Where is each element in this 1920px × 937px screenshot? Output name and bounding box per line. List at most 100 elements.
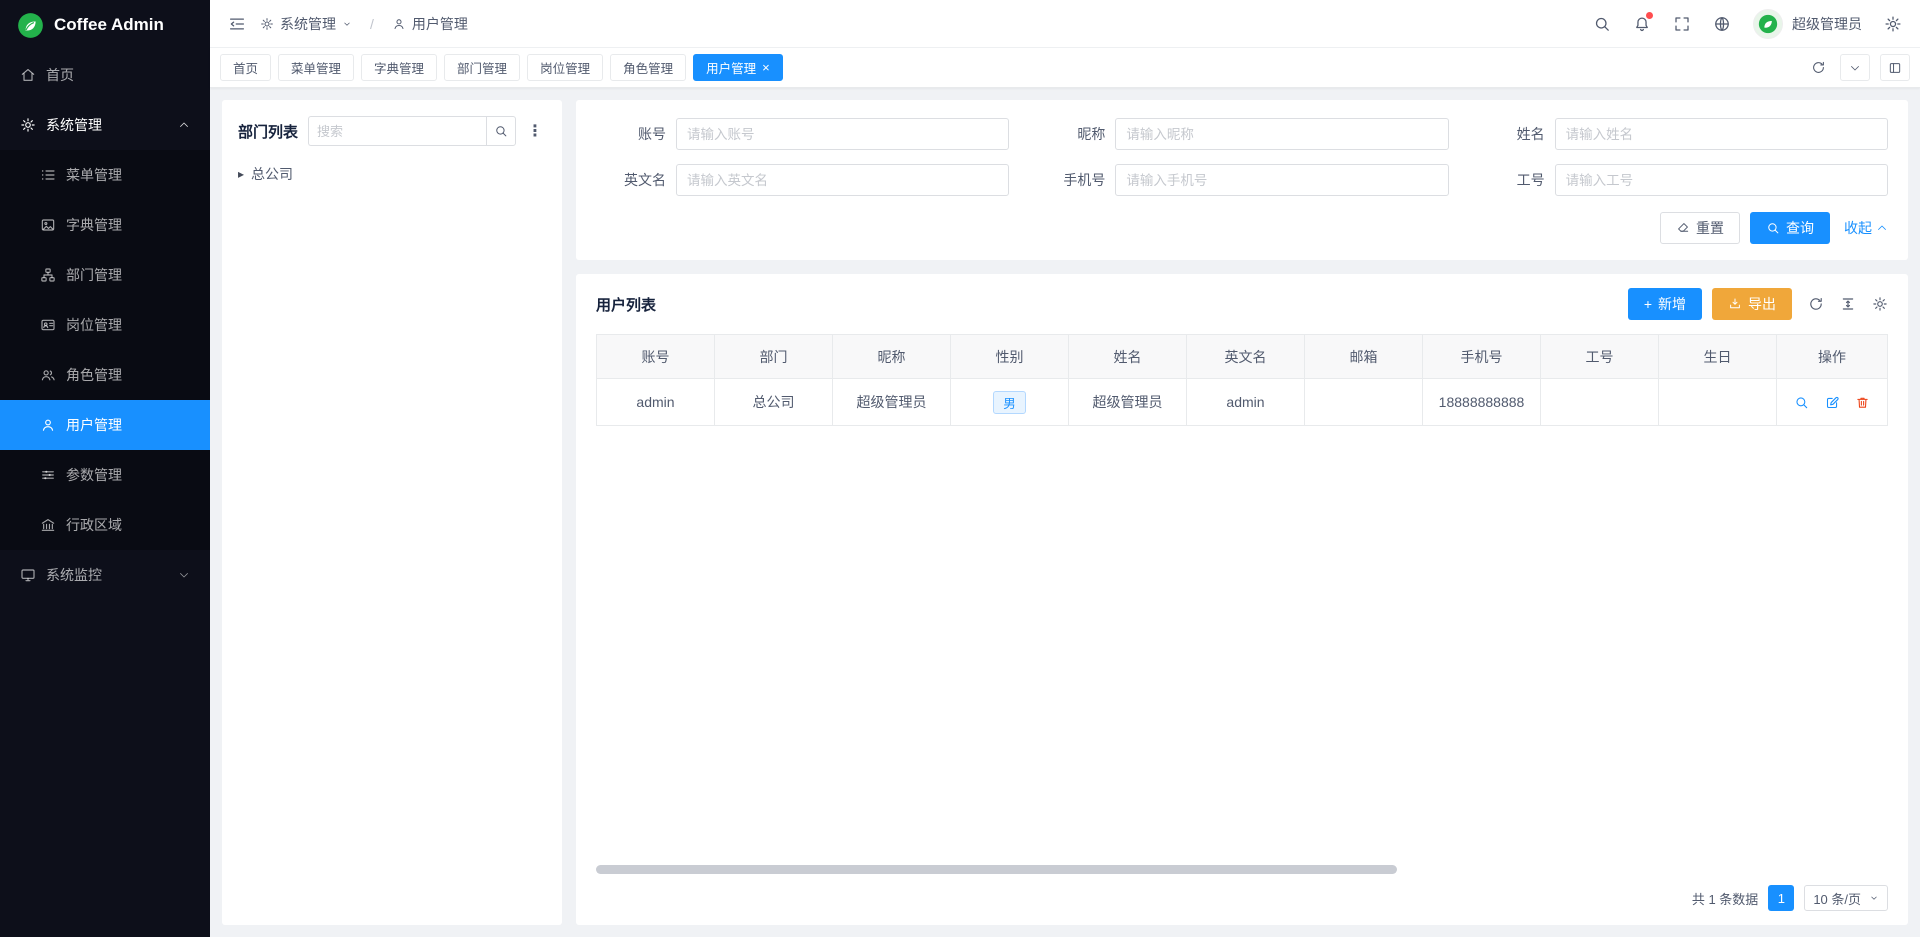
chevron-up-icon [1876,222,1888,234]
notifications-button[interactable] [1633,15,1651,33]
horizontal-scrollbar-thumb[interactable] [596,865,1397,874]
topbar: 系统管理 / 用户管理 [210,0,1920,48]
sidebar-item-department-management[interactable]: 部门管理 [0,250,210,300]
page-number-button[interactable]: 1 [1768,885,1794,911]
tab-post-management[interactable]: 岗位管理 [527,54,603,81]
refresh-tabs-button[interactable] [1806,54,1830,81]
search-form-card: 账号 昵称 姓名 英文名 [576,100,1908,260]
page-size-label: 10 条/页 [1813,889,1861,908]
sidebar-item-role-management[interactable]: 角色管理 [0,350,210,400]
collapse-form-link[interactable]: 收起 [1844,218,1888,238]
col-header-name: 姓名 [1069,335,1187,379]
breadcrumb-item-user-management[interactable]: 用户管理 [392,14,468,34]
field-label: 手机号 [1035,170,1105,190]
add-user-button[interactable]: + 新增 [1628,288,1702,320]
tabs-actions-dropdown[interactable] [1840,54,1870,81]
page-content: 部门列表 ⋮ ▸ 总公司 [210,88,1920,937]
chevron-up-icon [178,119,190,131]
tab-department-management[interactable]: 部门管理 [444,54,520,81]
add-button-label: 新增 [1658,294,1686,314]
col-header-actions: 操作 [1777,335,1888,379]
name-input[interactable] [1555,118,1888,150]
column-settings-button[interactable] [1872,296,1888,312]
department-search-button[interactable] [486,116,516,146]
nickname-input[interactable] [1115,118,1448,150]
sidebar-menu: 首页 系统管理 菜单管理 字典管理 部门管理 [0,50,210,937]
list-icon [40,167,56,183]
tab-user-management[interactable]: 用户管理 × [693,54,783,81]
close-icon[interactable]: × [762,61,770,74]
tab-label: 部门管理 [457,58,507,77]
sidebar-item-label: 岗位管理 [66,315,122,335]
tree-caret-icon[interactable]: ▸ [238,167,244,181]
home-icon [20,67,36,83]
table-row[interactable]: admin 总公司 超级管理员 男 超级管理员 admin 1888888888… [597,379,1888,426]
avatar-image [1758,14,1778,34]
tab-label: 岗位管理 [540,58,590,77]
table-header-row: 账号 部门 昵称 性别 姓名 英文名 邮箱 手机号 工号 生日 操作 [597,335,1888,379]
tab-home[interactable]: 首页 [220,54,271,81]
sidebar-item-user-management[interactable]: 用户管理 [0,400,210,450]
query-button[interactable]: 查询 [1750,212,1830,244]
department-more-button[interactable]: ⋮ [524,121,546,141]
tree-node-head-office[interactable]: ▸ 总公司 [238,160,546,188]
reset-button[interactable]: 重置 [1660,212,1740,244]
department-search-input[interactable] [308,116,486,146]
global-search-button[interactable] [1593,15,1611,33]
trash-icon [1855,395,1870,410]
sidebar-item-label: 角色管理 [66,365,122,385]
sidebar-item-dictionary-management[interactable]: 字典管理 [0,200,210,250]
work-id-input[interactable] [1555,164,1888,196]
bank-icon [40,517,56,533]
plus-icon: + [1644,296,1652,312]
field-name: 姓名 [1475,118,1888,150]
cell-english-name: admin [1187,379,1305,426]
delete-row-button[interactable] [1855,395,1870,410]
sidebar-item-parameter-management[interactable]: 参数管理 [0,450,210,500]
export-button[interactable]: 导出 [1712,288,1792,320]
tab-role-management[interactable]: 角色管理 [610,54,686,81]
app-root: Coffee Admin 首页 系统管理 菜单管理 字典管理 [0,0,1920,937]
sidebar-item-admin-region[interactable]: 行政区域 [0,500,210,550]
phone-input[interactable] [1115,164,1448,196]
col-header-department: 部门 [715,335,833,379]
content-fullscreen-button[interactable] [1880,54,1910,81]
sidebar-item-system-management[interactable]: 系统管理 [0,100,210,150]
avatar [1753,9,1783,39]
sidebar-item-menu-management[interactable]: 菜单管理 [0,150,210,200]
sidebar-item-label: 字典管理 [66,215,122,235]
language-switch-button[interactable] [1713,15,1731,33]
cell-nickname: 超级管理员 [833,379,951,426]
tab-menu-management[interactable]: 菜单管理 [278,54,354,81]
row-density-button[interactable] [1840,296,1856,312]
breadcrumb-item-system[interactable]: 系统管理 [260,14,352,34]
app-logo[interactable]: Coffee Admin [0,0,210,50]
tab-dictionary-management[interactable]: 字典管理 [361,54,437,81]
settings-button[interactable] [1884,15,1902,33]
layout-icon [1888,61,1902,75]
view-row-button[interactable] [1794,395,1809,410]
account-input[interactable] [676,118,1009,150]
user-menu[interactable]: 超级管理员 [1753,9,1862,39]
cell-gender: 男 [951,379,1069,426]
sidebar-item-post-management[interactable]: 岗位管理 [0,300,210,350]
cell-department: 总公司 [715,379,833,426]
english-name-input[interactable] [676,164,1009,196]
right-column: 账号 昵称 姓名 英文名 [576,100,1908,925]
sidebar-item-system-monitor[interactable]: 系统监控 [0,550,210,600]
sidebar-item-label: 系统管理 [46,115,102,135]
user-list-title: 用户列表 [596,294,656,315]
team-icon [40,367,56,383]
fullscreen-button[interactable] [1673,15,1691,33]
sliders-icon [40,467,56,483]
sidebar-item-label: 行政区域 [66,515,122,535]
download-icon [1728,297,1742,311]
edit-row-button[interactable] [1825,395,1840,410]
sidebar-item-home[interactable]: 首页 [0,50,210,100]
page-size-select[interactable]: 10 条/页 [1804,885,1888,911]
breadcrumb-separator: / [370,16,374,32]
refresh-table-button[interactable] [1808,296,1824,312]
field-account: 账号 [596,118,1009,150]
collapse-sidebar-button[interactable] [228,15,246,33]
col-header-gender: 性别 [951,335,1069,379]
